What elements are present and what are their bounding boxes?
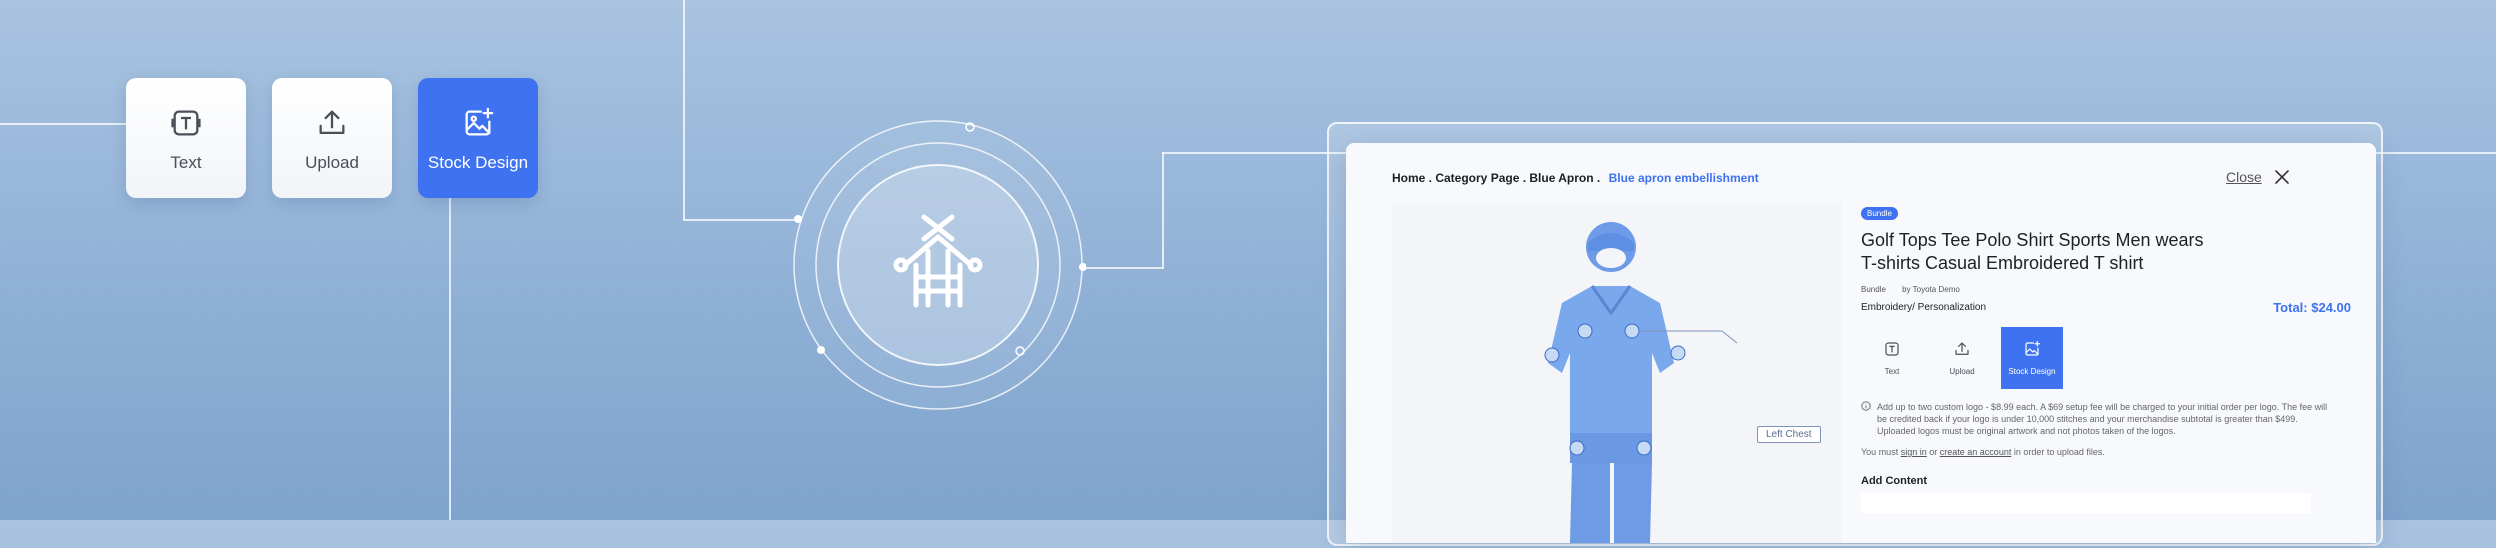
panel-text-tab[interactable]: Text [1861, 327, 1923, 389]
product-category: Embroidery/ Personalization [1861, 302, 1987, 313]
hub-graphic [793, 120, 1086, 410]
stock-design-icon [2025, 340, 2041, 356]
stock-design-tool-button[interactable]: Stock Design [418, 78, 538, 198]
connector-line [0, 123, 128, 125]
logo-info: Add up to two custom logo - $8.99 each. … [1861, 401, 2351, 437]
scrubs-figure [1544, 222, 1738, 543]
connector-line [1162, 152, 1164, 269]
panel-upload-tab-label: Upload [1949, 367, 1975, 376]
close-icon [2274, 170, 2289, 184]
auth-prefix: You must [1861, 447, 1899, 457]
total-price: Total: $24.00 [2273, 300, 2351, 315]
panel-text-tab-label: Text [1884, 367, 1900, 376]
breadcrumb: Home . Category Page . Blue Apron . Blue… [1392, 171, 1759, 185]
connector-line [449, 198, 451, 520]
auth-notice: You must sign in or create an account in… [1861, 447, 2351, 457]
logo-info-text: Add up to two custom logo - $8.99 each. … [1877, 402, 2328, 436]
connector-line [683, 219, 799, 221]
panel-upload-tab[interactable]: Upload [1931, 327, 1993, 389]
add-content-heading: Add Content [1861, 475, 1927, 487]
product-type: Bundle [1861, 285, 1886, 294]
product-vendor: by Toyota Demo [1902, 285, 1960, 294]
text-icon [171, 110, 201, 135]
text-tool-label: Text [170, 152, 202, 172]
product-title: Golf Tops Tee Polo Shirt Sports Men wear… [1861, 230, 2204, 273]
panel-stock-design-tab[interactable]: Stock Design [2001, 327, 2063, 389]
customizer-panel: Home . Category Page . Blue Apron . Blue… [1346, 143, 2376, 543]
upload-icon [1955, 342, 1969, 355]
breadcrumb-current: Blue apron embellishment [1608, 171, 1759, 185]
panel-tool-tabs: Text Upload Stock Design [1861, 327, 2351, 389]
create-account-link[interactable]: create an account [1940, 447, 2012, 457]
auth-suffix: in order to upload files. [2013, 447, 2105, 457]
add-content-field[interactable] [1861, 493, 2311, 513]
upload-icon [319, 110, 345, 134]
connector-line [683, 0, 685, 220]
breadcrumb-path[interactable]: Home . Category Page . Blue Apron . [1392, 171, 1600, 185]
upload-tool-label: Upload [305, 152, 359, 172]
close-label: Close [2226, 169, 2262, 185]
left-chest-callout[interactable]: Left Chest [1757, 426, 1821, 443]
product-meta: Bundle by Toyota Demo [1861, 285, 2351, 294]
product-details: Bundle Golf Tops Tee Polo Shirt Sports M… [1861, 203, 2351, 513]
sign-in-link[interactable]: sign in [1901, 447, 1927, 457]
panel-stock-design-tab-label: Stock Design [2008, 367, 2056, 376]
bundle-badge: Bundle [1861, 207, 1898, 220]
text-tool-button[interactable]: Text [126, 78, 246, 198]
close-button[interactable]: Close [2226, 169, 2290, 185]
stock-design-tool-label: Stock Design [427, 152, 529, 172]
upload-tool-button[interactable]: Upload [272, 78, 392, 198]
text-icon [1885, 342, 1899, 356]
connector-line [1083, 267, 1163, 269]
product-preview: Left Chest [1392, 203, 1842, 543]
auth-or: or [1929, 447, 1938, 457]
stock-design-icon [465, 107, 494, 135]
info-icon [1861, 401, 1871, 411]
